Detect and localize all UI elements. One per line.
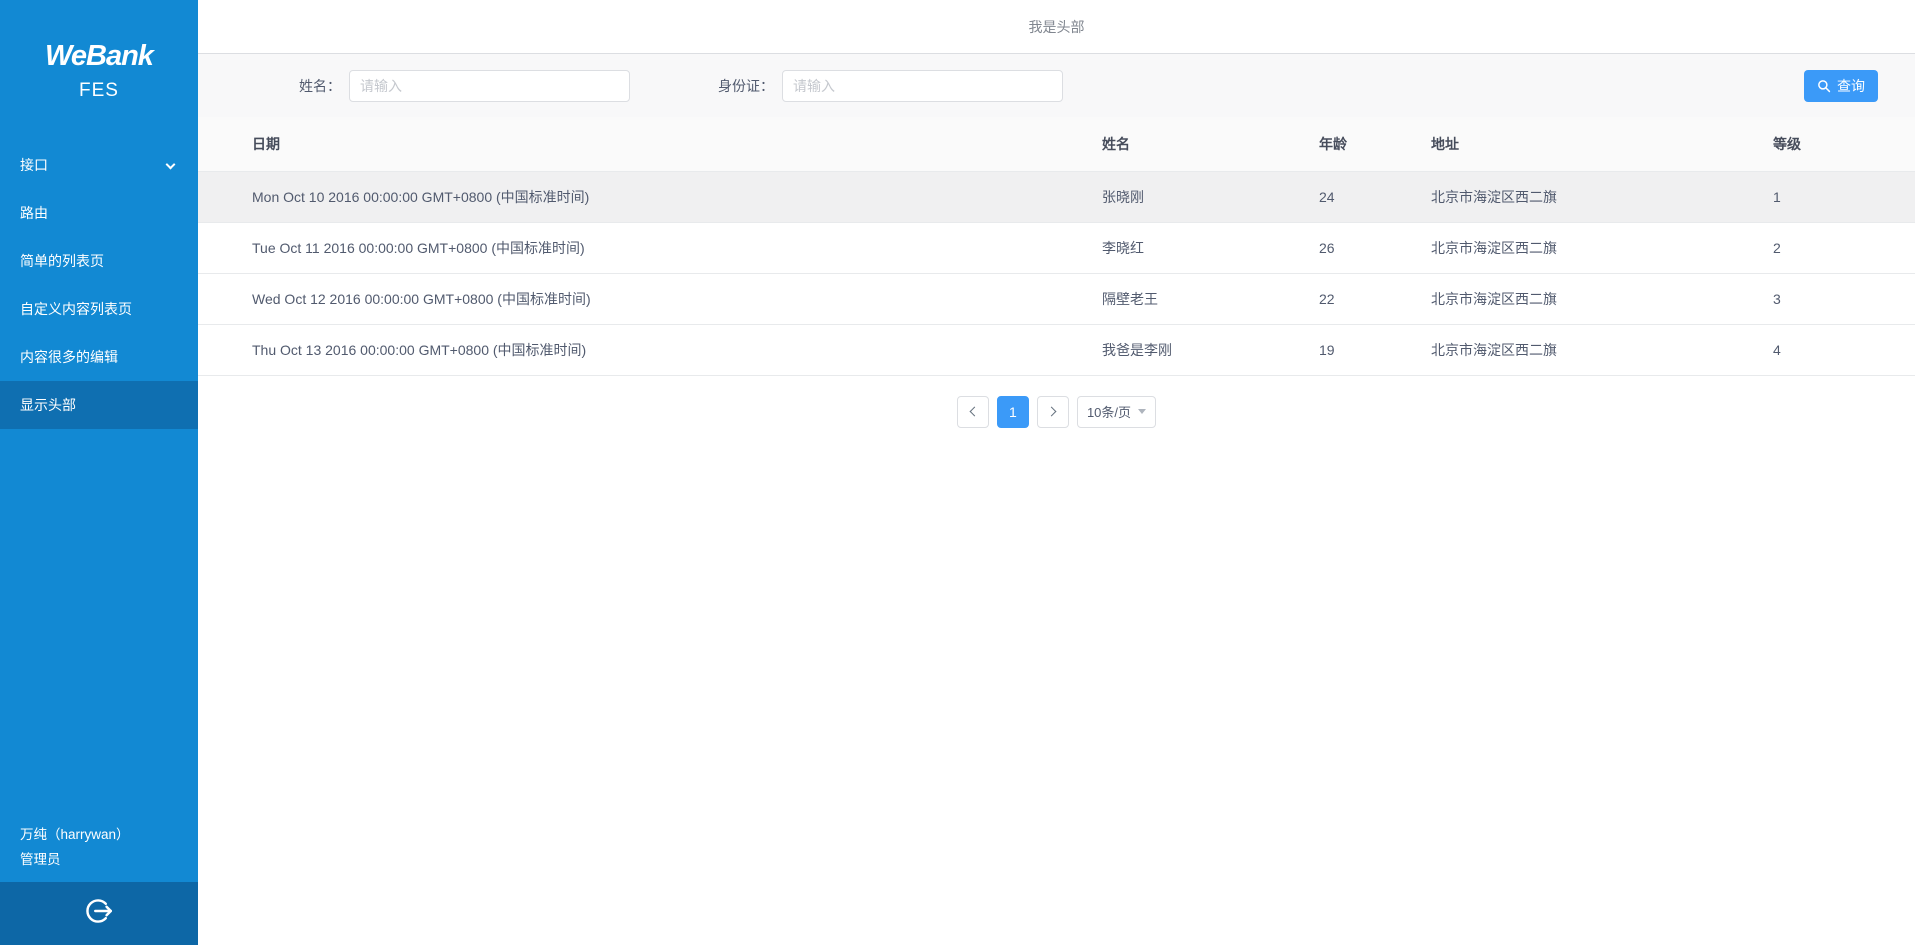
cell-age: 19 bbox=[1319, 324, 1431, 375]
page-size-label: 10条/页 bbox=[1087, 402, 1131, 421]
user-role: 管理员 bbox=[20, 847, 198, 872]
cell-address: 北京市海淀区西二旗 bbox=[1431, 273, 1773, 324]
chevron-left-icon bbox=[970, 407, 980, 417]
sidebar-item[interactable]: 路由 bbox=[0, 189, 198, 237]
cell-date: Wed Oct 12 2016 00:00:00 GMT+0800 (中国标准时… bbox=[198, 273, 1102, 324]
sidebar-item-label: 路由 bbox=[20, 205, 48, 221]
cell-address: 北京市海淀区西二旗 bbox=[1431, 222, 1773, 273]
cell-date: Tue Oct 11 2016 00:00:00 GMT+0800 (中国标准时… bbox=[198, 222, 1102, 273]
sidebar-user-info: 万纯（harrywan） 管理员 bbox=[0, 822, 198, 882]
sidebar-item[interactable]: 简单的列表页 bbox=[0, 237, 198, 285]
logout-icon bbox=[82, 894, 116, 933]
cell-date: Thu Oct 13 2016 00:00:00 GMT+0800 (中国标准时… bbox=[198, 324, 1102, 375]
column-header: 姓名 bbox=[1102, 117, 1319, 171]
page-size-select[interactable]: 10条/页 bbox=[1077, 396, 1156, 428]
search-bar: 姓名： 身份证： 查询 bbox=[198, 54, 1915, 117]
sidebar-item[interactable]: 内容很多的编辑 bbox=[0, 333, 198, 381]
cell-name: 隔壁老王 bbox=[1102, 273, 1319, 324]
main-content: 我是头部 姓名： 身份证： 查询 日期姓名年龄地址等级 Mon Oct 10 2… bbox=[198, 0, 1915, 428]
cell-age: 24 bbox=[1319, 171, 1431, 222]
chevron-down-icon bbox=[166, 160, 176, 170]
query-button[interactable]: 查询 bbox=[1804, 70, 1878, 102]
caret-down-icon bbox=[1138, 409, 1146, 414]
cell-name: 我爸是李刚 bbox=[1102, 324, 1319, 375]
data-table: 日期姓名年龄地址等级 Mon Oct 10 2016 00:00:00 GMT+… bbox=[198, 117, 1915, 376]
table-row: Tue Oct 11 2016 00:00:00 GMT+0800 (中国标准时… bbox=[198, 222, 1915, 273]
pagination-page-button[interactable]: 1 bbox=[997, 396, 1029, 428]
cell-name: 张晓刚 bbox=[1102, 171, 1319, 222]
cell-name: 李晓红 bbox=[1102, 222, 1319, 273]
sidebar-item-label: 内容很多的编辑 bbox=[20, 349, 118, 365]
sidebar-item[interactable]: 自定义内容列表页 bbox=[0, 285, 198, 333]
cell-level: 2 bbox=[1773, 222, 1915, 273]
sidebar-item[interactable]: 接口 bbox=[0, 141, 198, 189]
page-header: 我是头部 bbox=[198, 0, 1915, 54]
column-header: 地址 bbox=[1431, 117, 1773, 171]
sidebar: WeBank FES 接口路由简单的列表页自定义内容列表页内容很多的编辑显示头部… bbox=[0, 0, 198, 945]
id-field-label: 身份证： bbox=[718, 76, 774, 96]
cell-level: 1 bbox=[1773, 171, 1915, 222]
column-header: 年龄 bbox=[1319, 117, 1431, 171]
logo-sub: FES bbox=[0, 80, 198, 102]
user-name: 万纯（harrywan） bbox=[20, 822, 198, 847]
table-header-row: 日期姓名年龄地址等级 bbox=[198, 117, 1915, 171]
page-title: 我是头部 bbox=[1029, 17, 1085, 37]
cell-date: Mon Oct 10 2016 00:00:00 GMT+0800 (中国标准时… bbox=[198, 171, 1102, 222]
logo: WeBank FES bbox=[0, 0, 198, 102]
table-row: Thu Oct 13 2016 00:00:00 GMT+0800 (中国标准时… bbox=[198, 324, 1915, 375]
sidebar-item-label: 显示头部 bbox=[20, 397, 76, 413]
column-header: 等级 bbox=[1773, 117, 1915, 171]
pagination-next-button[interactable] bbox=[1037, 396, 1069, 428]
column-header: 日期 bbox=[198, 117, 1102, 171]
pagination: 1 10条/页 bbox=[198, 396, 1915, 428]
search-icon bbox=[1817, 79, 1831, 93]
cell-age: 26 bbox=[1319, 222, 1431, 273]
sidebar-item-label: 简单的列表页 bbox=[20, 253, 104, 269]
sidebar-item-label: 接口 bbox=[20, 157, 48, 173]
sidebar-menu: 接口路由简单的列表页自定义内容列表页内容很多的编辑显示头部 bbox=[0, 141, 198, 429]
logout-button[interactable] bbox=[0, 882, 198, 945]
table-row: Wed Oct 12 2016 00:00:00 GMT+0800 (中国标准时… bbox=[198, 273, 1915, 324]
cell-age: 22 bbox=[1319, 273, 1431, 324]
cell-address: 北京市海淀区西二旗 bbox=[1431, 324, 1773, 375]
chevron-right-icon bbox=[1047, 407, 1057, 417]
cell-address: 北京市海淀区西二旗 bbox=[1431, 171, 1773, 222]
table-row: Mon Oct 10 2016 00:00:00 GMT+0800 (中国标准时… bbox=[198, 171, 1915, 222]
cell-level: 3 bbox=[1773, 273, 1915, 324]
sidebar-item[interactable]: 显示头部 bbox=[0, 381, 198, 429]
logo-brand: WeBank bbox=[0, 40, 198, 73]
name-input[interactable] bbox=[349, 70, 630, 102]
sidebar-item-label: 自定义内容列表页 bbox=[20, 301, 132, 317]
name-field-label: 姓名： bbox=[299, 76, 341, 96]
pagination-prev-button[interactable] bbox=[957, 396, 989, 428]
query-button-label: 查询 bbox=[1837, 76, 1865, 96]
id-input[interactable] bbox=[782, 70, 1063, 102]
cell-level: 4 bbox=[1773, 324, 1915, 375]
